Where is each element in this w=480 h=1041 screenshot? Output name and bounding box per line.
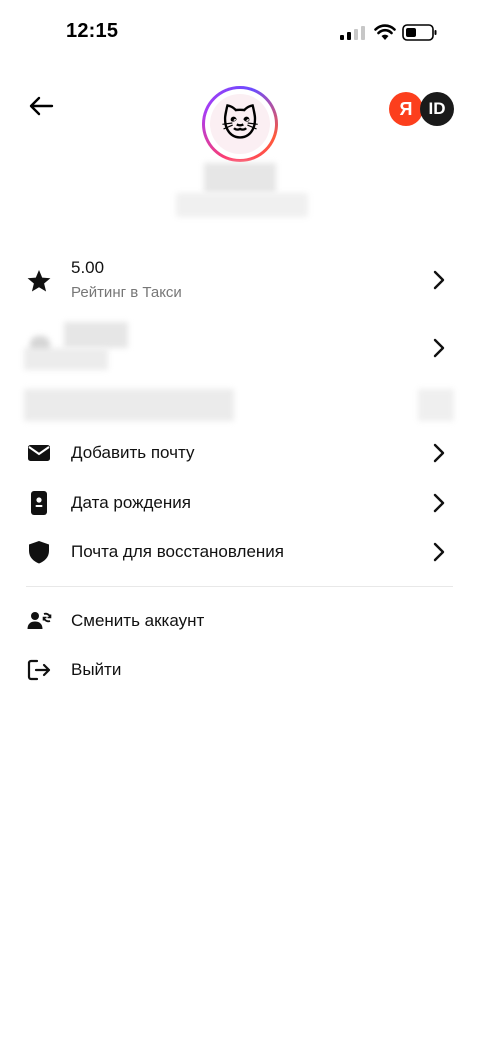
user-name-blurred (204, 163, 276, 193)
profile-sub-blurred (24, 348, 108, 370)
phone-row-blur-right (418, 389, 454, 421)
yandex-logo-icon: Я (389, 92, 423, 126)
rating-row[interactable]: 5.00 Рейтинг в Такси (0, 256, 480, 304)
logout-icon (27, 659, 51, 681)
envelope-icon (28, 445, 50, 461)
birth-date-label: Дата рождения (71, 493, 191, 512)
chevron-right-icon (433, 542, 445, 562)
add-email-label: Добавить почту (71, 443, 195, 462)
recovery-email-row[interactable]: Почта для восстановления (0, 528, 480, 576)
add-email-row[interactable]: Добавить почту (0, 429, 480, 477)
star-icon (27, 270, 51, 292)
birth-date-row[interactable]: Дата рождения (0, 479, 480, 527)
chevron-right-icon (433, 338, 445, 358)
rating-value: 5.00 (71, 258, 105, 277)
cat-avatar-icon: 🐱 (210, 94, 270, 154)
switch-account-row[interactable]: Сменить аккаунт (0, 597, 480, 645)
rating-caption: Рейтинг в Такси (71, 284, 182, 301)
chevron-right-icon (433, 443, 445, 463)
switch-account-icon (27, 612, 52, 629)
profile-info-row[interactable] (0, 322, 480, 374)
cellular-signal-icon (340, 26, 365, 40)
shield-icon (29, 541, 49, 564)
phone-row-blur-left (24, 389, 234, 421)
user-login-blurred (176, 193, 308, 217)
avatar[interactable]: 🐱 (202, 86, 278, 162)
wifi-icon (374, 24, 396, 40)
battery-icon (402, 24, 437, 41)
switch-account-label: Сменить аккаунт (71, 611, 205, 630)
recovery-email-label: Почта для восстановления (71, 542, 284, 561)
phone-row-blurred[interactable] (0, 383, 480, 427)
back-arrow-icon[interactable] (27, 92, 55, 120)
yandex-id-button[interactable]: Я ID (389, 92, 455, 126)
chevron-right-icon (433, 493, 445, 513)
logout-label: Выйти (71, 660, 122, 679)
id-card-icon (31, 491, 47, 515)
id-badge-icon: ID (420, 92, 454, 126)
profile-name-blurred (64, 322, 128, 348)
logout-row[interactable]: Выйти (0, 646, 480, 694)
chevron-right-icon (433, 270, 445, 290)
section-divider (26, 586, 453, 587)
status-time: 12:15 (66, 20, 119, 42)
